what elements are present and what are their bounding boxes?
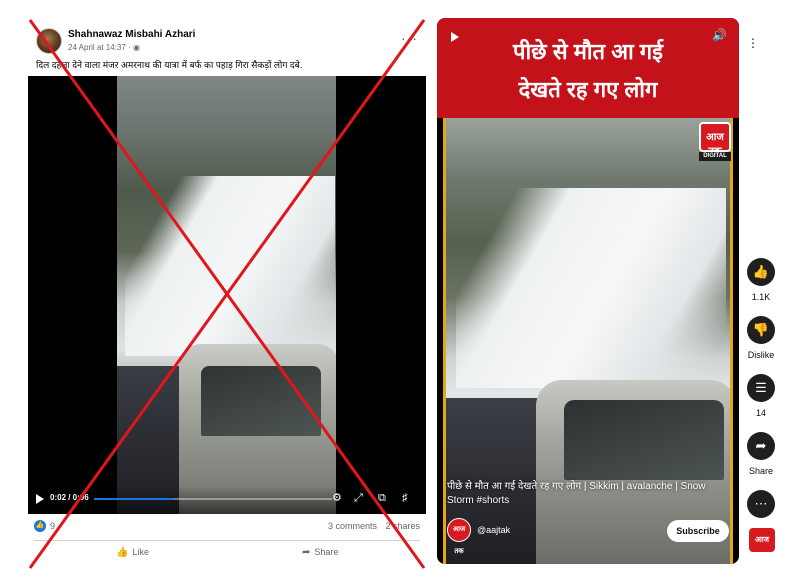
dislike-icon[interactable]: 👎: [747, 316, 775, 344]
share-icon[interactable]: ➦: [747, 432, 775, 460]
divider: [34, 540, 420, 541]
author-avatar[interactable]: [36, 28, 62, 54]
thumbs-up-icon: 👍: [116, 547, 129, 558]
video-frame: [117, 76, 336, 514]
post-stats: 👍 9 3 comments 2 shares: [34, 520, 420, 536]
channel-logo-thumbnail[interactable]: आज तक: [749, 528, 775, 568]
more-options-icon[interactable]: ⋯: [747, 490, 775, 518]
miniplayer-icon[interactable]: ⧉: [378, 491, 386, 505]
channel-avatar[interactable]: आज तक: [447, 518, 471, 555]
author-name[interactable]: Shahnawaz Misbahi Azhari: [68, 29, 195, 40]
car-window: [201, 366, 321, 436]
comment-icon[interactable]: ☰: [747, 374, 775, 402]
headline-banner: 🔊 पीछे से मौत आ गई देखते रह गए लोग: [437, 18, 739, 118]
headline-line-1: पीछे से मौत आ गई: [512, 39, 663, 64]
like-button[interactable]: 👍 Like: [116, 547, 149, 558]
timestamp-text: 24 April at 14:37 ·: [68, 43, 133, 52]
car-window: [564, 400, 724, 480]
globe-icon: ◉: [132, 43, 140, 52]
fullscreen-icon[interactable]: ⤢: [354, 491, 363, 505]
video-controls: 0:02 / 0:06 ⚙ ⤢ ⧉ ♯: [28, 486, 426, 514]
snow-slope: [456, 188, 726, 388]
comments-count: 14: [755, 408, 766, 418]
post-caption: दिल दहला देने वाला मंजर अमरनाथ की यात्रा…: [36, 60, 303, 70]
comments-count[interactable]: 3 comments: [328, 521, 377, 531]
likes-count: 1.1K: [751, 292, 771, 302]
post-timestamp[interactable]: 24 April at 14:37 · ◉: [68, 43, 140, 52]
subscribe-button[interactable]: Subscribe: [667, 520, 729, 542]
headline-line-2: देखते रह गए लोग: [518, 77, 658, 102]
digital-label: DIGITAL: [699, 152, 731, 161]
menu-dots-icon[interactable]: ⋮: [747, 36, 759, 50]
short-title[interactable]: पीछे से मौत आ गई देखते रह गए लोग | Sikki…: [447, 480, 733, 508]
video-progress-bar[interactable]: [94, 498, 332, 500]
post-actions: 👍 Like ➦ Share: [34, 544, 420, 566]
dislike-label: Dislike: [747, 350, 775, 360]
video-progress-fill: [94, 498, 173, 500]
volume-icon[interactable]: ♯: [402, 491, 408, 505]
reactions-count[interactable]: 9: [50, 521, 55, 531]
share-label: Share: [748, 466, 774, 476]
youtube-short: 🔊 पीछे से मौत आ गई देखते रह गए लोग आज तक…: [437, 18, 777, 568]
share-button[interactable]: ➦ Share: [302, 547, 338, 558]
channel-name[interactable]: @aajtak: [477, 525, 510, 535]
video-time: 0:02 / 0:06: [50, 493, 89, 502]
settings-icon[interactable]: ⚙: [332, 491, 342, 505]
more-options-icon[interactable]: ···: [401, 30, 418, 46]
share-label: Share: [314, 547, 339, 557]
aajtak-logo: आज तक: [699, 122, 731, 157]
action-rail: 👍 1.1K 👎 Dislike ☰ 14 ➦ Share ⋯: [745, 18, 777, 564]
short-player[interactable]: 🔊 पीछे से मौत आ गई देखते रह गए लोग आज तक…: [437, 18, 739, 564]
play-icon[interactable]: [36, 494, 44, 504]
snow-slope: [125, 176, 335, 356]
shares-count[interactable]: 2 shares: [385, 521, 420, 531]
facebook-post: Shahnawaz Misbahi Azhari 24 April at 14:…: [28, 18, 426, 570]
like-label: Like: [132, 547, 149, 557]
like-reaction-icon[interactable]: 👍: [34, 520, 46, 532]
like-icon[interactable]: 👍: [747, 258, 775, 286]
post-video[interactable]: 0:02 / 0:06 ⚙ ⤢ ⧉ ♯: [28, 76, 426, 514]
share-arrow-icon: ➦: [302, 547, 311, 558]
